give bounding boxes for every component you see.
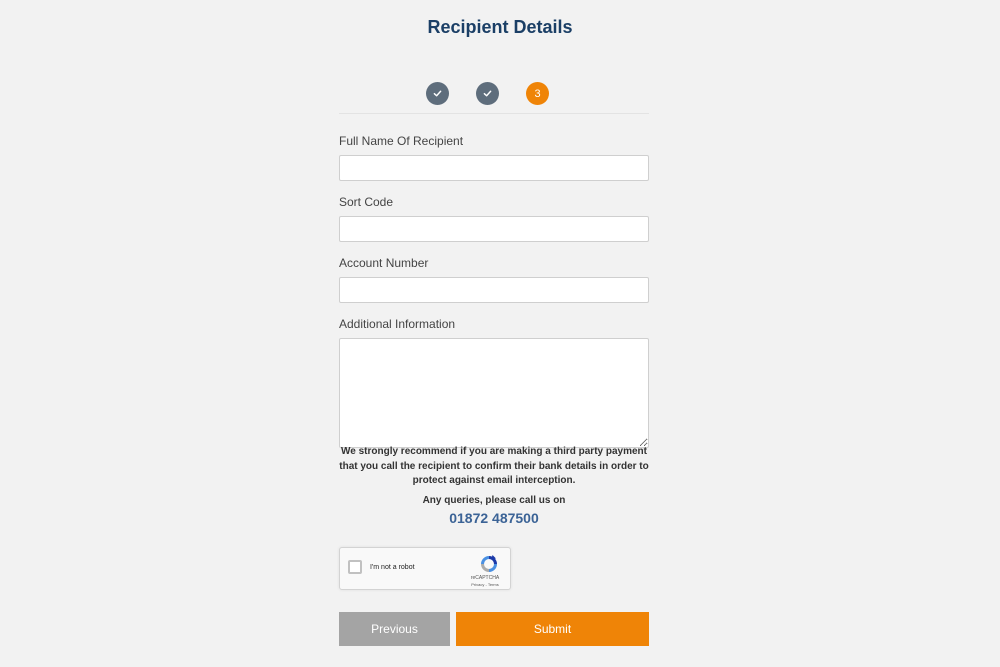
step-2-complete bbox=[476, 82, 499, 105]
stepper-divider bbox=[339, 113, 649, 114]
sort-code-input[interactable] bbox=[339, 216, 649, 242]
recaptcha-privacy-terms[interactable]: Privacy - Terms bbox=[460, 582, 510, 587]
step-3-current: 3 bbox=[526, 82, 549, 105]
phone-number-link[interactable]: 01872 487500 bbox=[339, 510, 649, 526]
check-icon bbox=[433, 90, 442, 97]
page-title: Recipient Details bbox=[427, 17, 573, 37]
sort-code-label: Sort Code bbox=[339, 195, 394, 209]
security-notice: We strongly recommend if you are making … bbox=[339, 446, 649, 486]
step-1-complete bbox=[426, 82, 449, 105]
account-number-label: Account Number bbox=[339, 256, 429, 270]
recipient-form: Full Name Of Recipient Sort Code Account… bbox=[339, 134, 649, 448]
check-icon bbox=[483, 90, 492, 97]
additional-info-textarea[interactable] bbox=[339, 338, 649, 448]
recaptcha-widget: I'm not a robot reCAPTCHA Privacy - Term… bbox=[339, 547, 511, 590]
previous-button[interactable]: Previous bbox=[339, 612, 450, 646]
additional-info-label: Additional Information bbox=[339, 317, 456, 331]
recaptcha-brand: reCAPTCHA bbox=[470, 575, 500, 581]
recaptcha-label: I'm not a robot bbox=[370, 564, 415, 571]
full-name-label: Full Name Of Recipient bbox=[339, 134, 464, 148]
progress-stepper: 3 bbox=[426, 82, 549, 105]
submit-button[interactable]: Submit bbox=[456, 612, 649, 646]
queries-text: Any queries, please call us on bbox=[422, 495, 566, 506]
recaptcha-checkbox[interactable] bbox=[348, 560, 362, 574]
full-name-input[interactable] bbox=[339, 155, 649, 181]
account-number-input[interactable] bbox=[339, 277, 649, 303]
recipient-details-page: Recipient Details 3 Full Name Of Recipie… bbox=[0, 0, 1000, 667]
recaptcha-logo-icon bbox=[481, 555, 497, 572]
